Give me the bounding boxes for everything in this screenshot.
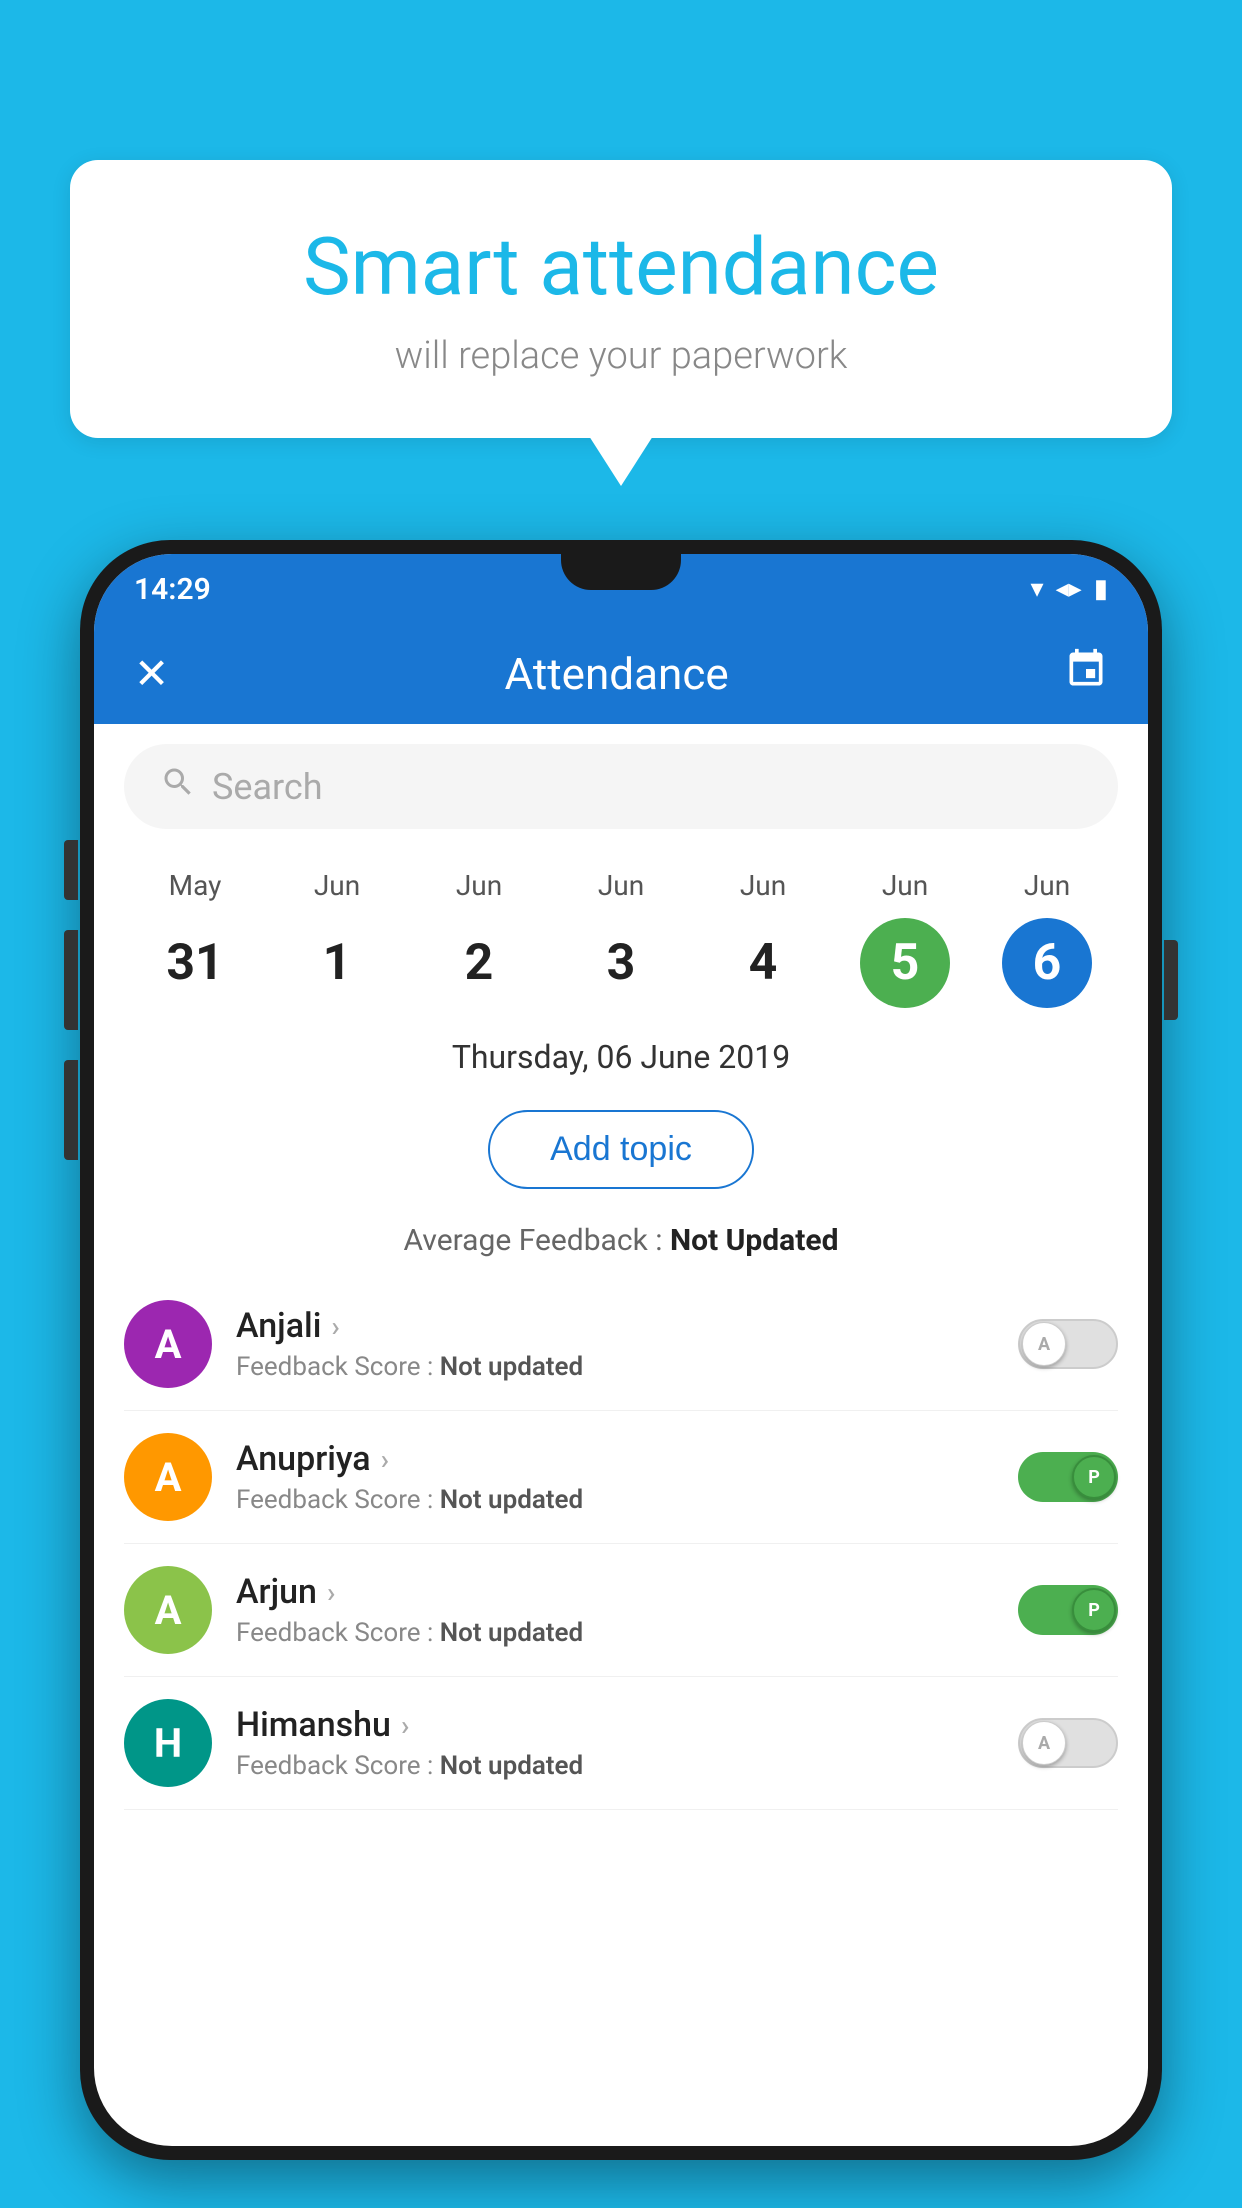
chevron-right-icon: › [327,1576,335,1609]
chevron-right-icon: › [381,1443,389,1476]
toggle-knob: P [1072,1455,1116,1499]
calendar-day-jun5[interactable]: Jun 5 [860,869,950,1008]
toggle-knob: A [1022,1322,1066,1366]
avatar: H [124,1699,212,1787]
wifi-icon: ▾ [1031,574,1044,604]
student-feedback: Feedback Score : Not updated [236,1751,994,1781]
list-item: A Anupriya › Feedback Score : Not update… [124,1411,1118,1544]
phone-screen: 14:29 ▾ ◂▸ ▮ ✕ Attendance [94,554,1148,2146]
chevron-right-icon: › [331,1310,339,1343]
close-button[interactable]: ✕ [134,649,169,699]
avatar: A [124,1566,212,1654]
toggle-off[interactable]: A [1018,1718,1118,1768]
toggle-knob: A [1022,1721,1066,1765]
bubble-title: Smart attendance [150,220,1092,314]
chevron-right-icon: › [401,1709,409,1742]
calendar-day-jun6[interactable]: Jun 6 [1002,869,1092,1008]
camera-notch [561,554,681,590]
calendar-day-may31[interactable]: May 31 [150,869,240,1008]
app-header: ✕ Attendance [94,624,1148,724]
student-info: Anjali › Feedback Score : Not updated [236,1306,994,1382]
avg-feedback-value: Not Updated [670,1223,839,1258]
calendar-day-jun3[interactable]: Jun 3 [576,869,666,1008]
avatar: A [124,1300,212,1388]
calendar-strip: May 31 Jun 1 Jun 2 Jun 3 Jun 4 Jun 5 [94,849,1148,1018]
speech-bubble-container: Smart attendance will replace your paper… [70,160,1172,438]
calendar-icon[interactable] [1064,647,1108,701]
attendance-toggle[interactable]: A [1018,1718,1118,1768]
toggle-knob: P [1072,1588,1116,1632]
signal-icon: ◂▸ [1056,574,1082,604]
student-feedback: Feedback Score : Not updated [236,1618,994,1648]
calendar-day-jun1[interactable]: Jun 1 [292,869,382,1008]
toggle-on[interactable]: P [1018,1452,1118,1502]
battery-icon: ▮ [1094,574,1108,604]
student-feedback: Feedback Score : Not updated [236,1352,994,1382]
student-name[interactable]: Himanshu › [236,1705,994,1745]
student-feedback: Feedback Score : Not updated [236,1485,994,1515]
search-icon [160,764,196,809]
silent-button [64,1060,78,1160]
list-item: A Anjali › Feedback Score : Not updated … [124,1278,1118,1411]
status-time: 14:29 [134,572,211,607]
student-info: Himanshu › Feedback Score : Not updated [236,1705,994,1781]
volume-up-button [64,840,78,900]
search-bar[interactable]: Search [124,744,1118,829]
student-info: Arjun › Feedback Score : Not updated [236,1572,994,1648]
attendance-toggle[interactable]: P [1018,1585,1118,1635]
phone-frame: 14:29 ▾ ◂▸ ▮ ✕ Attendance [80,540,1162,2160]
list-item: A Arjun › Feedback Score : Not updated P [124,1544,1118,1677]
page-title: Attendance [505,648,729,700]
bubble-subtitle: will replace your paperwork [150,334,1092,378]
attendance-toggle[interactable]: P [1018,1452,1118,1502]
student-info: Anupriya › Feedback Score : Not updated [236,1439,994,1515]
toggle-off[interactable]: A [1018,1319,1118,1369]
avatar: A [124,1433,212,1521]
search-input[interactable]: Search [212,766,323,808]
speech-bubble: Smart attendance will replace your paper… [70,160,1172,438]
toggle-on[interactable]: P [1018,1585,1118,1635]
average-feedback: Average Feedback : Not Updated [94,1213,1148,1278]
calendar-day-jun2[interactable]: Jun 2 [434,869,524,1008]
power-button [1164,940,1178,1020]
student-list: A Anjali › Feedback Score : Not updated … [94,1278,1148,1810]
student-name[interactable]: Anjali › [236,1306,994,1346]
volume-down-button [64,930,78,1030]
selected-date-label: Thursday, 06 June 2019 [94,1018,1148,1086]
status-icons: ▾ ◂▸ ▮ [1031,574,1108,604]
list-item: H Himanshu › Feedback Score : Not update… [124,1677,1118,1810]
avg-feedback-label: Average Feedback : [404,1223,670,1258]
add-topic-button[interactable]: Add topic [488,1110,754,1189]
calendar-day-jun4[interactable]: Jun 4 [718,869,808,1008]
student-name[interactable]: Arjun › [236,1572,994,1612]
student-name[interactable]: Anupriya › [236,1439,994,1479]
attendance-toggle[interactable]: A [1018,1319,1118,1369]
